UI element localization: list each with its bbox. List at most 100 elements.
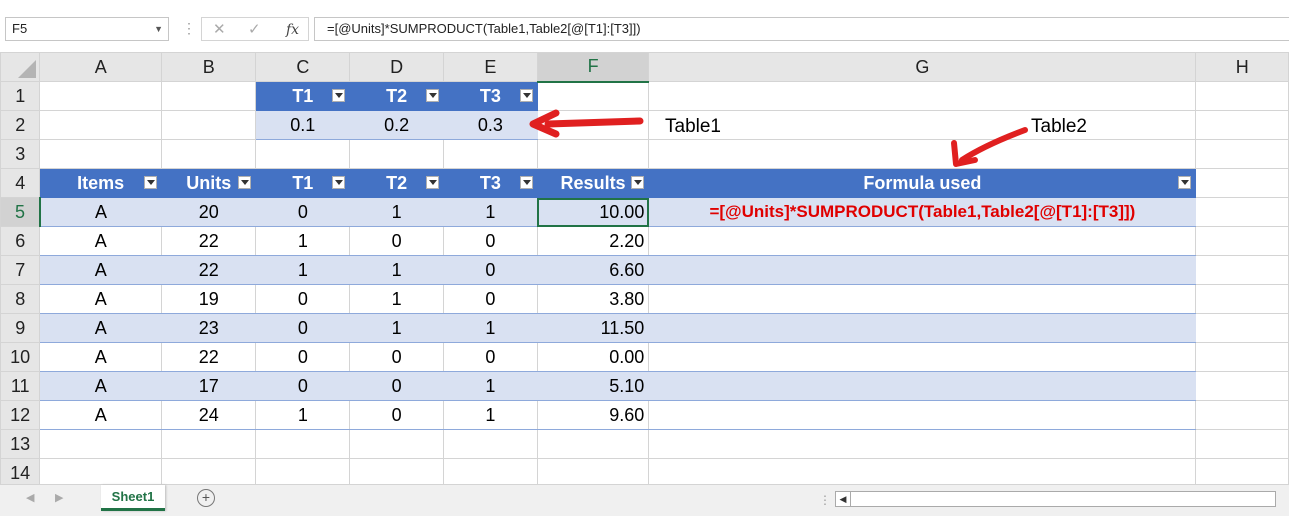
cell-h12[interactable] <box>1195 400 1289 430</box>
filter-dropdown-icon[interactable] <box>1178 176 1192 189</box>
drag-handle-icon[interactable]: ⋮ <box>182 18 196 38</box>
table2-header-t1[interactable]: T1 <box>255 168 351 198</box>
cell-f10[interactable]: 0.00 <box>536 342 650 372</box>
cell-c5[interactable]: 0 <box>255 197 351 227</box>
cell-a13[interactable] <box>39 429 162 459</box>
cell-c11[interactable]: 0 <box>255 371 351 401</box>
cell-d12[interactable]: 0 <box>349 400 445 430</box>
cell-h9[interactable] <box>1195 313 1289 343</box>
row-header-3[interactable]: 3 <box>0 139 41 169</box>
row-header-5[interactable]: 5 <box>0 197 41 227</box>
table2-header-results[interactable]: Results <box>536 168 650 198</box>
cell-b6[interactable]: 22 <box>160 226 257 256</box>
cell-g7[interactable] <box>648 255 1197 285</box>
scroll-right-icon[interactable]: ▶ <box>55 491 63 504</box>
cell-h1[interactable] <box>1195 81 1289 111</box>
chevron-down-icon[interactable]: ▼ <box>154 18 163 40</box>
filter-dropdown-icon[interactable] <box>519 176 533 189</box>
filter-dropdown-icon[interactable] <box>144 176 157 189</box>
function-icon[interactable]: fx <box>286 20 299 40</box>
table1-header-t3[interactable]: T3 <box>443 81 538 111</box>
cell-b5[interactable]: 20 <box>160 197 257 227</box>
row-header-6[interactable]: 6 <box>0 226 41 256</box>
cell-f2[interactable] <box>536 110 650 140</box>
cell-e3[interactable] <box>443 139 538 169</box>
cell-b11[interactable]: 17 <box>160 371 257 401</box>
cell-b2[interactable] <box>160 110 257 140</box>
row-header-12[interactable]: 12 <box>0 400 41 430</box>
row-header-10[interactable]: 10 <box>0 342 41 372</box>
row-header-8[interactable]: 8 <box>0 284 41 314</box>
cell-g3[interactable] <box>648 139 1197 169</box>
cell-f8[interactable]: 3.80 <box>536 284 650 314</box>
filter-dropdown-icon[interactable] <box>332 176 346 189</box>
cell-g5[interactable]: =[@Units]*SUMPRODUCT(Table1,Table2[@[T1]… <box>648 197 1197 227</box>
cell-d3[interactable] <box>349 139 445 169</box>
cell-e7[interactable]: 0 <box>443 255 538 285</box>
cell-e6[interactable]: 0 <box>443 226 538 256</box>
filter-dropdown-icon[interactable] <box>238 176 252 189</box>
cell-c3[interactable] <box>255 139 351 169</box>
cell-h11[interactable] <box>1195 371 1289 401</box>
filter-dropdown-icon[interactable] <box>426 89 440 102</box>
cell-f6[interactable]: 2.20 <box>536 226 650 256</box>
cell-g2[interactable] <box>648 110 1197 140</box>
cell-a6[interactable]: A <box>39 226 162 256</box>
table1-header-t2[interactable]: T2 <box>349 81 445 111</box>
cell-h8[interactable] <box>1195 284 1289 314</box>
cell-d13[interactable] <box>349 429 445 459</box>
cell-f12[interactable]: 9.60 <box>536 400 650 430</box>
row-header-7[interactable]: 7 <box>0 255 41 285</box>
cell-e8[interactable]: 0 <box>443 284 538 314</box>
row-header-13[interactable]: 13 <box>0 429 41 459</box>
cell-a1[interactable] <box>39 81 162 111</box>
cell-h3[interactable] <box>1195 139 1289 169</box>
cell-d7[interactable]: 1 <box>349 255 445 285</box>
cell-e13[interactable] <box>443 429 538 459</box>
cell-a7[interactable]: A <box>39 255 162 285</box>
cell-h2[interactable] <box>1195 110 1289 140</box>
cell-g12[interactable] <box>648 400 1197 430</box>
row-header-2[interactable]: 2 <box>0 110 41 140</box>
row-header-4[interactable]: 4 <box>0 168 41 198</box>
column-header-f[interactable]: F <box>536 52 650 83</box>
add-sheet-icon[interactable]: + <box>197 489 215 507</box>
cell-e10[interactable]: 0 <box>443 342 538 372</box>
table1-value-t3[interactable]: 0.3 <box>443 110 538 140</box>
cell-h10[interactable] <box>1195 342 1289 372</box>
table1-header-t1[interactable]: T1 <box>255 81 351 111</box>
cell-a2[interactable] <box>39 110 162 140</box>
cell-a11[interactable]: A <box>39 371 162 401</box>
cell-c12[interactable]: 1 <box>255 400 351 430</box>
column-header-a[interactable]: A <box>39 52 162 82</box>
filter-dropdown-icon[interactable] <box>426 176 440 189</box>
cell-a3[interactable] <box>39 139 162 169</box>
cell-e12[interactable]: 1 <box>443 400 538 430</box>
name-box[interactable]: F5 ▼ <box>5 17 169 41</box>
cell-f1[interactable] <box>536 81 650 111</box>
cell-d11[interactable]: 0 <box>349 371 445 401</box>
formula-input[interactable]: =[@Units]*SUMPRODUCT(Table1,Table2[@[T1]… <box>314 17 1289 41</box>
cell-c8[interactable]: 0 <box>255 284 351 314</box>
cell-c13[interactable] <box>255 429 351 459</box>
cell-c7[interactable]: 1 <box>255 255 351 285</box>
cell-b13[interactable] <box>160 429 257 459</box>
cell-d6[interactable]: 0 <box>349 226 445 256</box>
cell-b9[interactable]: 23 <box>160 313 257 343</box>
column-header-c[interactable]: C <box>255 52 351 82</box>
cell-f9[interactable]: 11.50 <box>536 313 650 343</box>
cell-b10[interactable]: 22 <box>160 342 257 372</box>
row-header-9[interactable]: 9 <box>0 313 41 343</box>
cell-g1[interactable] <box>648 81 1197 111</box>
cell-f13[interactable] <box>536 429 650 459</box>
horizontal-scrollbar[interactable]: ◀ <box>835 491 1276 507</box>
cell-d9[interactable]: 1 <box>349 313 445 343</box>
cell-c6[interactable]: 1 <box>255 226 351 256</box>
check-icon[interactable]: ✓ <box>248 20 261 40</box>
row-header-1[interactable]: 1 <box>0 81 41 111</box>
column-header-b[interactable]: B <box>160 52 257 82</box>
cancel-icon[interactable]: ✕ <box>213 20 226 40</box>
cell-d5[interactable]: 1 <box>349 197 445 227</box>
cell-a12[interactable]: A <box>39 400 162 430</box>
cell-b1[interactable] <box>160 81 257 111</box>
